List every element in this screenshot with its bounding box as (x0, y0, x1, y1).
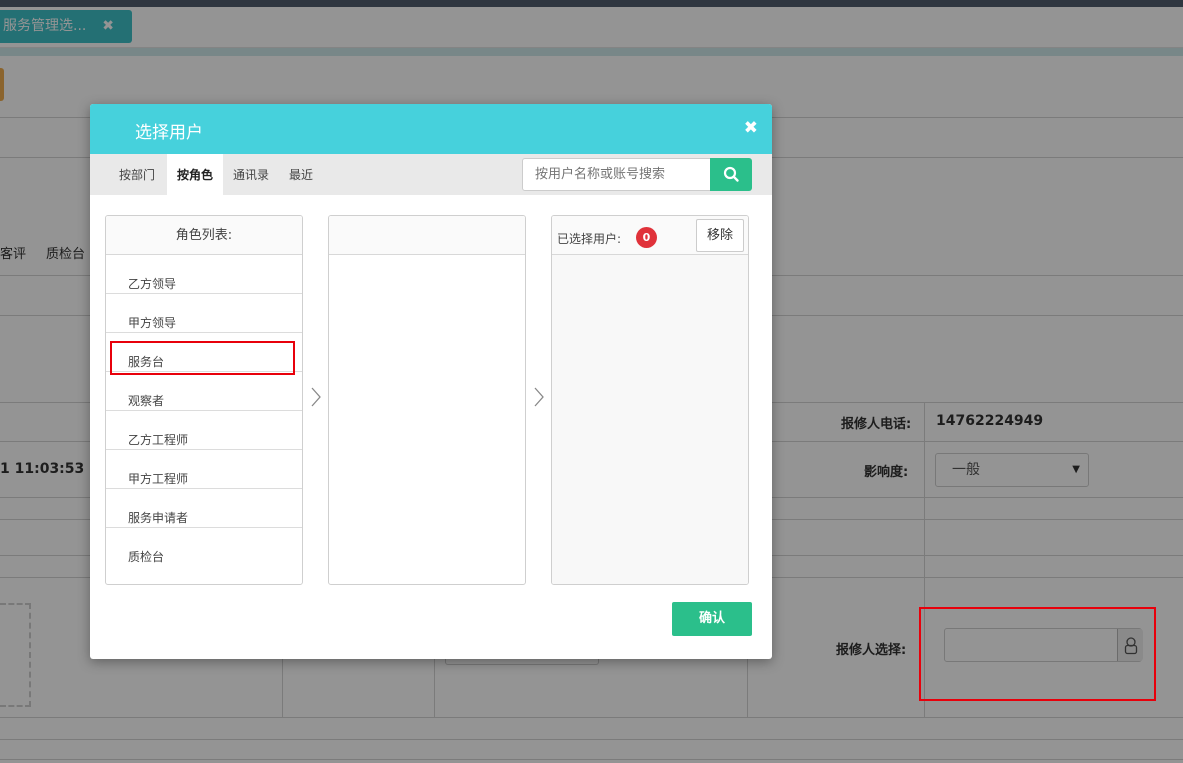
user-list-header (329, 216, 525, 255)
dialog-header: 选择用户 ✖ (90, 104, 772, 154)
selected-users-list (552, 255, 748, 584)
role-item[interactable]: 乙方领导 (106, 255, 302, 294)
selected-users-label: 已选择用户: (557, 232, 622, 246)
role-item[interactable]: 观察者 (106, 372, 302, 411)
user-search-input[interactable] (522, 158, 712, 191)
role-item[interactable]: 服务申请者 (106, 489, 302, 528)
tab-by-department[interactable]: 按部门 (114, 154, 160, 195)
role-item[interactable]: 乙方工程师 (106, 411, 302, 450)
tab-by-role[interactable]: 按角色 (167, 154, 223, 195)
select-user-dialog: 选择用户 ✖ 按部门 按角色 通讯录 最近 角色列表: 乙方领导 甲方领导 服务… (90, 104, 772, 659)
confirm-button[interactable]: 确认 (672, 602, 752, 636)
annotation-highlight (919, 607, 1156, 701)
user-list-panel (328, 215, 526, 585)
window-top-bar (0, 0, 1183, 7)
remove-button[interactable]: 移除 (696, 219, 744, 252)
chevron-right-icon (311, 387, 321, 407)
chevron-right-icon (534, 387, 544, 407)
role-list-panel: 角色列表: 乙方领导 甲方领导 服务台 观察者 乙方工程师 甲方工程师 服务申请… (105, 215, 303, 585)
search-icon (723, 166, 739, 182)
role-item[interactable]: 甲方工程师 (106, 450, 302, 489)
selected-users-panel: 已选择用户: 0 移除 (551, 215, 749, 585)
role-item[interactable]: 质检台 (106, 528, 302, 567)
tab-contacts[interactable]: 通讯录 (228, 154, 274, 195)
dialog-title: 选择用户 (135, 123, 203, 143)
role-list-header: 角色列表: (106, 216, 302, 255)
tab-recent[interactable]: 最近 (284, 154, 318, 195)
role-item[interactable]: 甲方领导 (106, 294, 302, 333)
close-icon[interactable]: ✖ (744, 118, 758, 138)
annotation-highlight (110, 341, 295, 375)
search-button[interactable] (710, 158, 752, 191)
selected-count-badge: 0 (636, 227, 657, 248)
